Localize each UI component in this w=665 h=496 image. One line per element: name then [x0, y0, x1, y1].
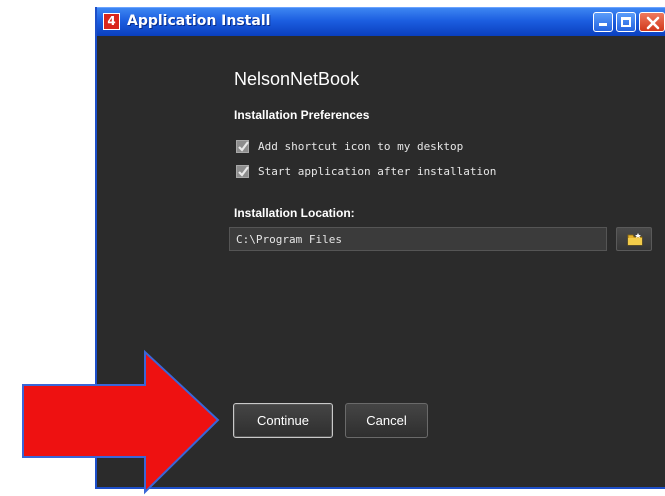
red-arrow-annotation	[22, 349, 220, 495]
